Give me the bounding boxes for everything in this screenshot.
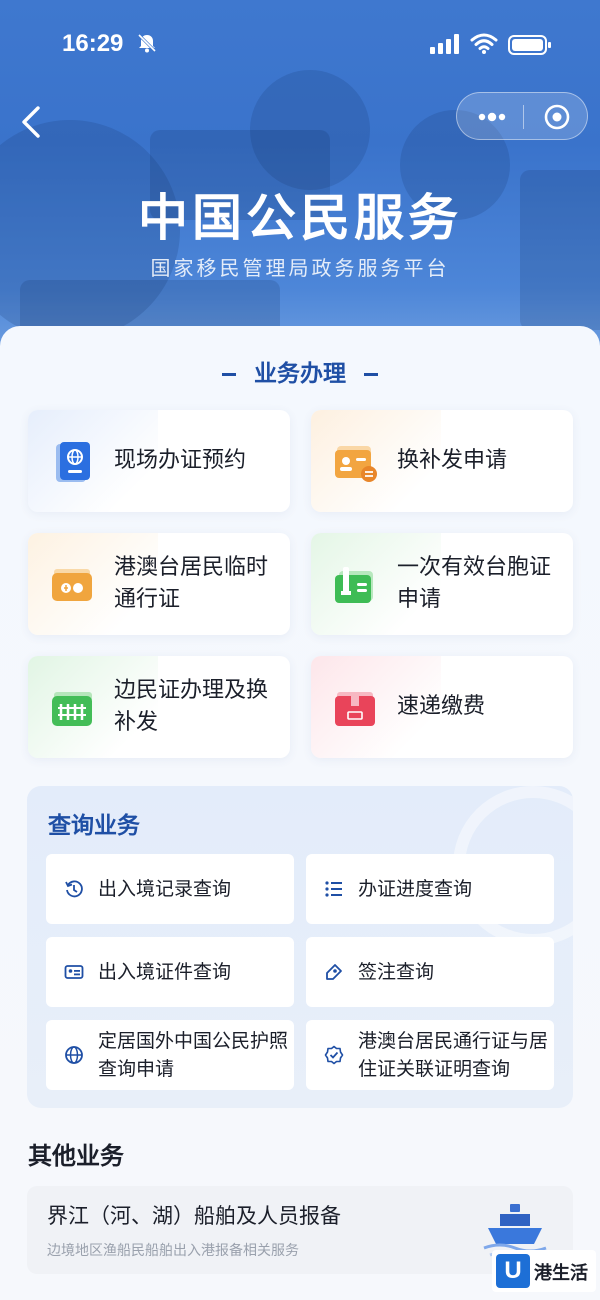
travel-permit-icon <box>52 569 92 601</box>
title-dash-right <box>364 373 378 376</box>
service-label: 边民证办理及换补发 <box>114 678 269 735</box>
service-card-taiwan-permit[interactable]: 一次有效台胞证申请 <box>311 533 573 635</box>
passport-icon <box>56 442 90 482</box>
verified-badge-icon <box>324 1045 344 1065</box>
mini-program-capsule <box>456 92 588 140</box>
watermark-logo-icon: U <box>496 1254 530 1288</box>
service-label: 港澳台居民临时通行证 <box>114 555 269 612</box>
cellular-signal-icon <box>430 34 459 54</box>
business-section-title: 业务办理 <box>0 354 600 388</box>
watermark-text: 港生活 <box>534 1263 588 1284</box>
back-chevron-icon[interactable] <box>14 102 48 142</box>
page-subtitle: 国家移民管理局政务服务平台 <box>150 256 450 280</box>
id-card-icon <box>64 965 84 979</box>
query-item-progress[interactable]: 办证进度查询 <box>306 854 554 924</box>
service-label: 一次有效台胞证申请 <box>397 555 552 612</box>
other-section-title: 其他业务 <box>28 1142 124 1170</box>
query-panel: 查询业务 出入境记录查询 办证进度查询 出入境证件查询 签注查询 定居国外中国公… <box>27 786 573 1108</box>
capsule-divider <box>523 105 524 129</box>
service-label: 现场办证预约 <box>114 448 247 473</box>
parcel-icon <box>335 692 375 726</box>
title-dash-left <box>222 373 236 376</box>
query-label: 出入境证件查询 <box>98 961 232 983</box>
watermark-badge: U 港生活 <box>492 1250 596 1292</box>
page-title: 中国公民服务 <box>138 189 462 247</box>
tag-icon <box>326 964 342 980</box>
other-card-title: 界江（河、湖）船舶及人员报备 <box>47 1204 341 1228</box>
other-card-subtitle: 边境地区渔船民船舶出入港报备相关服务 <box>47 1243 299 1259</box>
service-card-border-pass[interactable]: 边民证办理及换补发 <box>28 656 290 758</box>
service-card-replacement[interactable]: 换补发申请 <box>311 410 573 512</box>
query-label: 办证进度查询 <box>358 878 473 900</box>
query-label: 定居国外中国公民护照查询申请 <box>98 1030 289 1080</box>
history-icon <box>65 880 83 898</box>
id-card-exchange-icon <box>335 446 377 482</box>
list-check-icon <box>325 881 342 897</box>
service-card-express-fee[interactable]: 速递缴费 <box>311 656 573 758</box>
query-label: 港澳台居民通行证与居住证关联证明查询 <box>358 1030 549 1080</box>
query-item-entry-exit-records[interactable]: 出入境记录查询 <box>46 854 294 924</box>
service-card-appointment[interactable]: 现场办证预约 <box>28 410 290 512</box>
query-label: 出入境记录查询 <box>98 878 232 900</box>
globe-icon <box>65 1046 83 1064</box>
clock-time: 16:29 <box>62 30 124 57</box>
wifi-icon <box>470 33 498 54</box>
taiwan-permit-icon <box>335 567 373 603</box>
query-item-endorsement[interactable]: 签注查询 <box>306 937 554 1007</box>
business-section-label: 业务办理 <box>254 361 346 387</box>
close-target-icon[interactable] <box>543 103 571 131</box>
more-dots-icon[interactable] <box>477 106 507 128</box>
battery-icon <box>508 35 551 55</box>
service-label: 换补发申请 <box>397 448 508 473</box>
service-card-hmt-permit[interactable]: 港澳台居民临时通行证 <box>28 533 290 635</box>
border-fence-icon <box>52 692 92 726</box>
service-label: 速递缴费 <box>397 694 486 719</box>
query-section-title: 查询业务 <box>48 813 140 839</box>
query-item-permit-link[interactable]: 港澳台居民通行证与居住证关联证明查询 <box>306 1020 554 1090</box>
query-item-overseas-passport[interactable]: 定居国外中国公民护照查询申请 <box>46 1020 294 1090</box>
query-item-documents[interactable]: 出入境证件查询 <box>46 937 294 1007</box>
mute-bell-icon <box>137 33 157 53</box>
status-bar: 16:29 <box>0 0 600 90</box>
query-label: 签注查询 <box>358 961 435 983</box>
header-banner: 16:29 中国公民服务 国家移民管理局政务服务平台 <box>0 0 600 360</box>
